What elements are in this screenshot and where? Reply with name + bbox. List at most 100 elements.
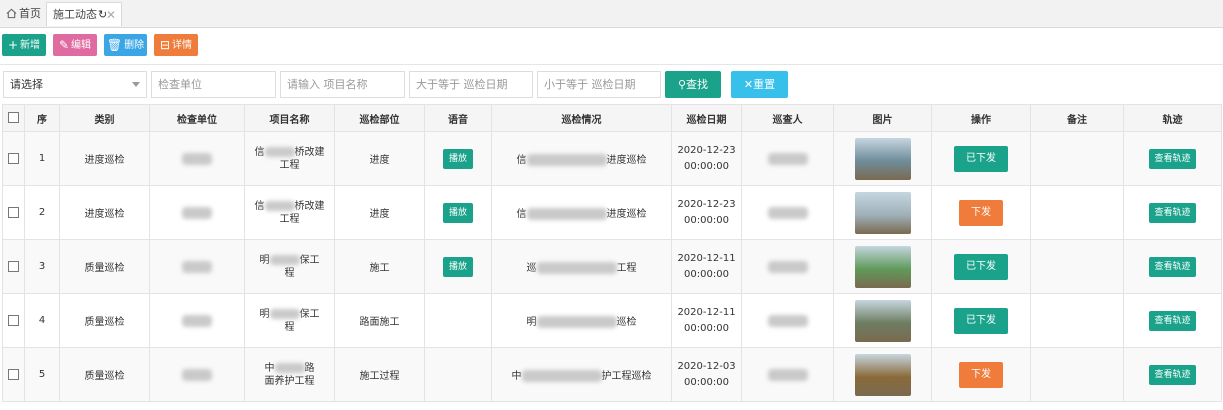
row-action: 下发 <box>931 347 1031 402</box>
close-icon[interactable]: ✕ <box>106 3 116 27</box>
col-header: 语音 <box>424 104 492 132</box>
view-track-button[interactable]: 查看轨迹 <box>1149 202 1196 223</box>
inspection-photo[interactable] <box>854 245 911 288</box>
reset-button[interactable]: ✕重置 <box>731 71 788 98</box>
view-track-button[interactable]: 查看轨迹 <box>1149 310 1196 331</box>
detail-label: 详情 <box>172 40 193 51</box>
reset-label: 重置 <box>753 78 776 91</box>
row-remark <box>1030 131 1124 186</box>
row-number: 4 <box>24 293 60 348</box>
row-category: 进度巡检 <box>59 131 150 186</box>
row-remark <box>1030 293 1124 348</box>
search-icon: ⚲ <box>677 78 687 91</box>
edit-label: 编辑 <box>71 40 92 51</box>
select-all-checkbox[interactable] <box>8 112 19 124</box>
tab-home[interactable]: 首页 <box>6 2 41 26</box>
view-track-button[interactable]: 查看轨迹 <box>1149 364 1196 385</box>
row-number: 2 <box>24 185 60 240</box>
add-button[interactable]: + 新增 <box>2 34 46 56</box>
issue-status-button[interactable]: 下发 <box>959 361 1003 388</box>
redacted-text <box>526 208 607 220</box>
issue-status-button[interactable]: 已下发 <box>954 307 1008 334</box>
pencil-icon: ✎ <box>58 38 70 52</box>
plus-icon: + <box>7 38 19 52</box>
table-row[interactable]: 5 质量巡检 中路面养护工程 施工过程 中护工程巡检 2020-12-03 00:00:00… <box>2 347 1222 402</box>
select-all-cell[interactable] <box>2 104 25 132</box>
row-part: 进度 <box>334 185 425 240</box>
row-select-cell[interactable] <box>2 239 25 294</box>
tab-construction[interactable]: 施工动态↻ ✕ <box>46 2 122 26</box>
inspection-photo[interactable] <box>854 353 911 396</box>
row-inspector <box>741 239 834 294</box>
col-header: 巡查人 <box>741 104 834 132</box>
date-from-input[interactable]: 大于等于 巡检日期 <box>409 71 533 98</box>
row-select-cell[interactable] <box>2 185 25 240</box>
row-action: 已下发 <box>931 293 1031 348</box>
row-situation: 中护工程巡检 <box>491 347 672 402</box>
row-voice <box>424 347 492 402</box>
col-header: 检查单位 <box>149 104 245 132</box>
table-row[interactable]: 1 进度巡检 信桥改建 工程 进度 播放信进度巡检 2020-12-23 00:00:00 已下… <box>2 131 1222 186</box>
issue-status-button[interactable]: 下发 <box>959 199 1003 226</box>
issue-status-button[interactable]: 已下发 <box>954 145 1008 172</box>
play-button[interactable]: 播放 <box>443 202 473 223</box>
play-button[interactable]: 播放 <box>443 256 473 277</box>
redacted-text <box>536 316 617 328</box>
row-part: 施工过程 <box>334 347 425 402</box>
play-button[interactable]: 播放 <box>443 148 473 169</box>
row-voice <box>424 293 492 348</box>
row-remark <box>1030 185 1124 240</box>
row-checkbox[interactable] <box>8 152 19 164</box>
edit-button[interactable]: ✎ 编辑 <box>53 34 97 56</box>
col-header: 巡检日期 <box>671 104 742 132</box>
delete-button[interactable]: 🗑 删除 <box>104 34 147 56</box>
row-checkbox[interactable] <box>8 206 19 218</box>
row-track: 查看轨迹 <box>1123 239 1222 294</box>
project-name-input[interactable]: 请输入 项目名称 <box>280 71 405 98</box>
row-checkbox[interactable] <box>8 368 19 380</box>
col-header: 巡检情况 <box>491 104 672 132</box>
row-number: 1 <box>24 131 60 186</box>
search-button[interactable]: ⚲查找 <box>665 71 721 98</box>
inspection-photo[interactable] <box>854 137 911 180</box>
view-track-button[interactable]: 查看轨迹 <box>1149 148 1196 169</box>
redacted-text <box>526 154 607 166</box>
search-label: 查找 <box>686 78 709 91</box>
redacted-text <box>521 370 602 382</box>
detail-icon: ⊟ <box>159 38 171 52</box>
row-inspector <box>741 347 834 402</box>
table-row[interactable]: 4 质量巡检 明保工程路面施工 明巡检 2020-12-11 00:00:00 已下发 查看轨… <box>2 293 1222 348</box>
category-select[interactable]: 请选择 <box>3 71 147 98</box>
inspection-photo[interactable] <box>854 191 911 234</box>
row-action: 已下发 <box>931 131 1031 186</box>
unit-input[interactable]: 检查单位 <box>151 71 276 98</box>
detail-button[interactable]: ⊟ 详情 <box>154 34 198 56</box>
row-unit <box>149 185 245 240</box>
row-checkbox[interactable] <box>8 314 19 326</box>
table-row[interactable]: 2 进度巡检 信桥改建 工程 进度 播放信进度巡检 2020-12-23 00:00:00 下发… <box>2 185 1222 240</box>
row-select-cell[interactable] <box>2 131 25 186</box>
row-checkbox[interactable] <box>8 260 19 272</box>
row-number: 5 <box>24 347 60 402</box>
col-header: 序 <box>24 104 60 132</box>
view-track-button[interactable]: 查看轨迹 <box>1149 256 1196 277</box>
tab-bar: 首页 施工动态↻ ✕ <box>0 0 1223 28</box>
row-select-cell[interactable] <box>2 347 25 402</box>
redacted-text <box>767 206 808 219</box>
row-select-cell[interactable] <box>2 293 25 348</box>
date-to-input[interactable]: 小于等于 巡检日期 <box>537 71 661 98</box>
row-image <box>833 239 932 294</box>
row-image <box>833 347 932 402</box>
add-label: 新增 <box>20 40 41 51</box>
row-project: 中路面养护工程 <box>244 347 335 402</box>
inspection-photo[interactable] <box>854 299 911 342</box>
row-project: 明保工程 <box>244 239 335 294</box>
table-header: 序 类别 检查单位 项目名称 巡检部位 语音 巡检情况 巡检日期 巡查人 图片 … <box>2 104 1222 132</box>
row-unit <box>149 293 245 348</box>
inspection-table: 序 类别 检查单位 项目名称 巡检部位 语音 巡检情况 巡检日期 巡查人 图片 … <box>2 104 1222 402</box>
redacted-text <box>767 314 808 327</box>
issue-status-button[interactable]: 已下发 <box>954 253 1008 280</box>
table-row[interactable]: 3 质量巡检 明保工程施工 播放巡工程 2020-12-11 00:00:00 已下发 查看轨… <box>2 239 1222 294</box>
row-category: 进度巡检 <box>59 185 150 240</box>
row-voice: 播放 <box>424 185 492 240</box>
